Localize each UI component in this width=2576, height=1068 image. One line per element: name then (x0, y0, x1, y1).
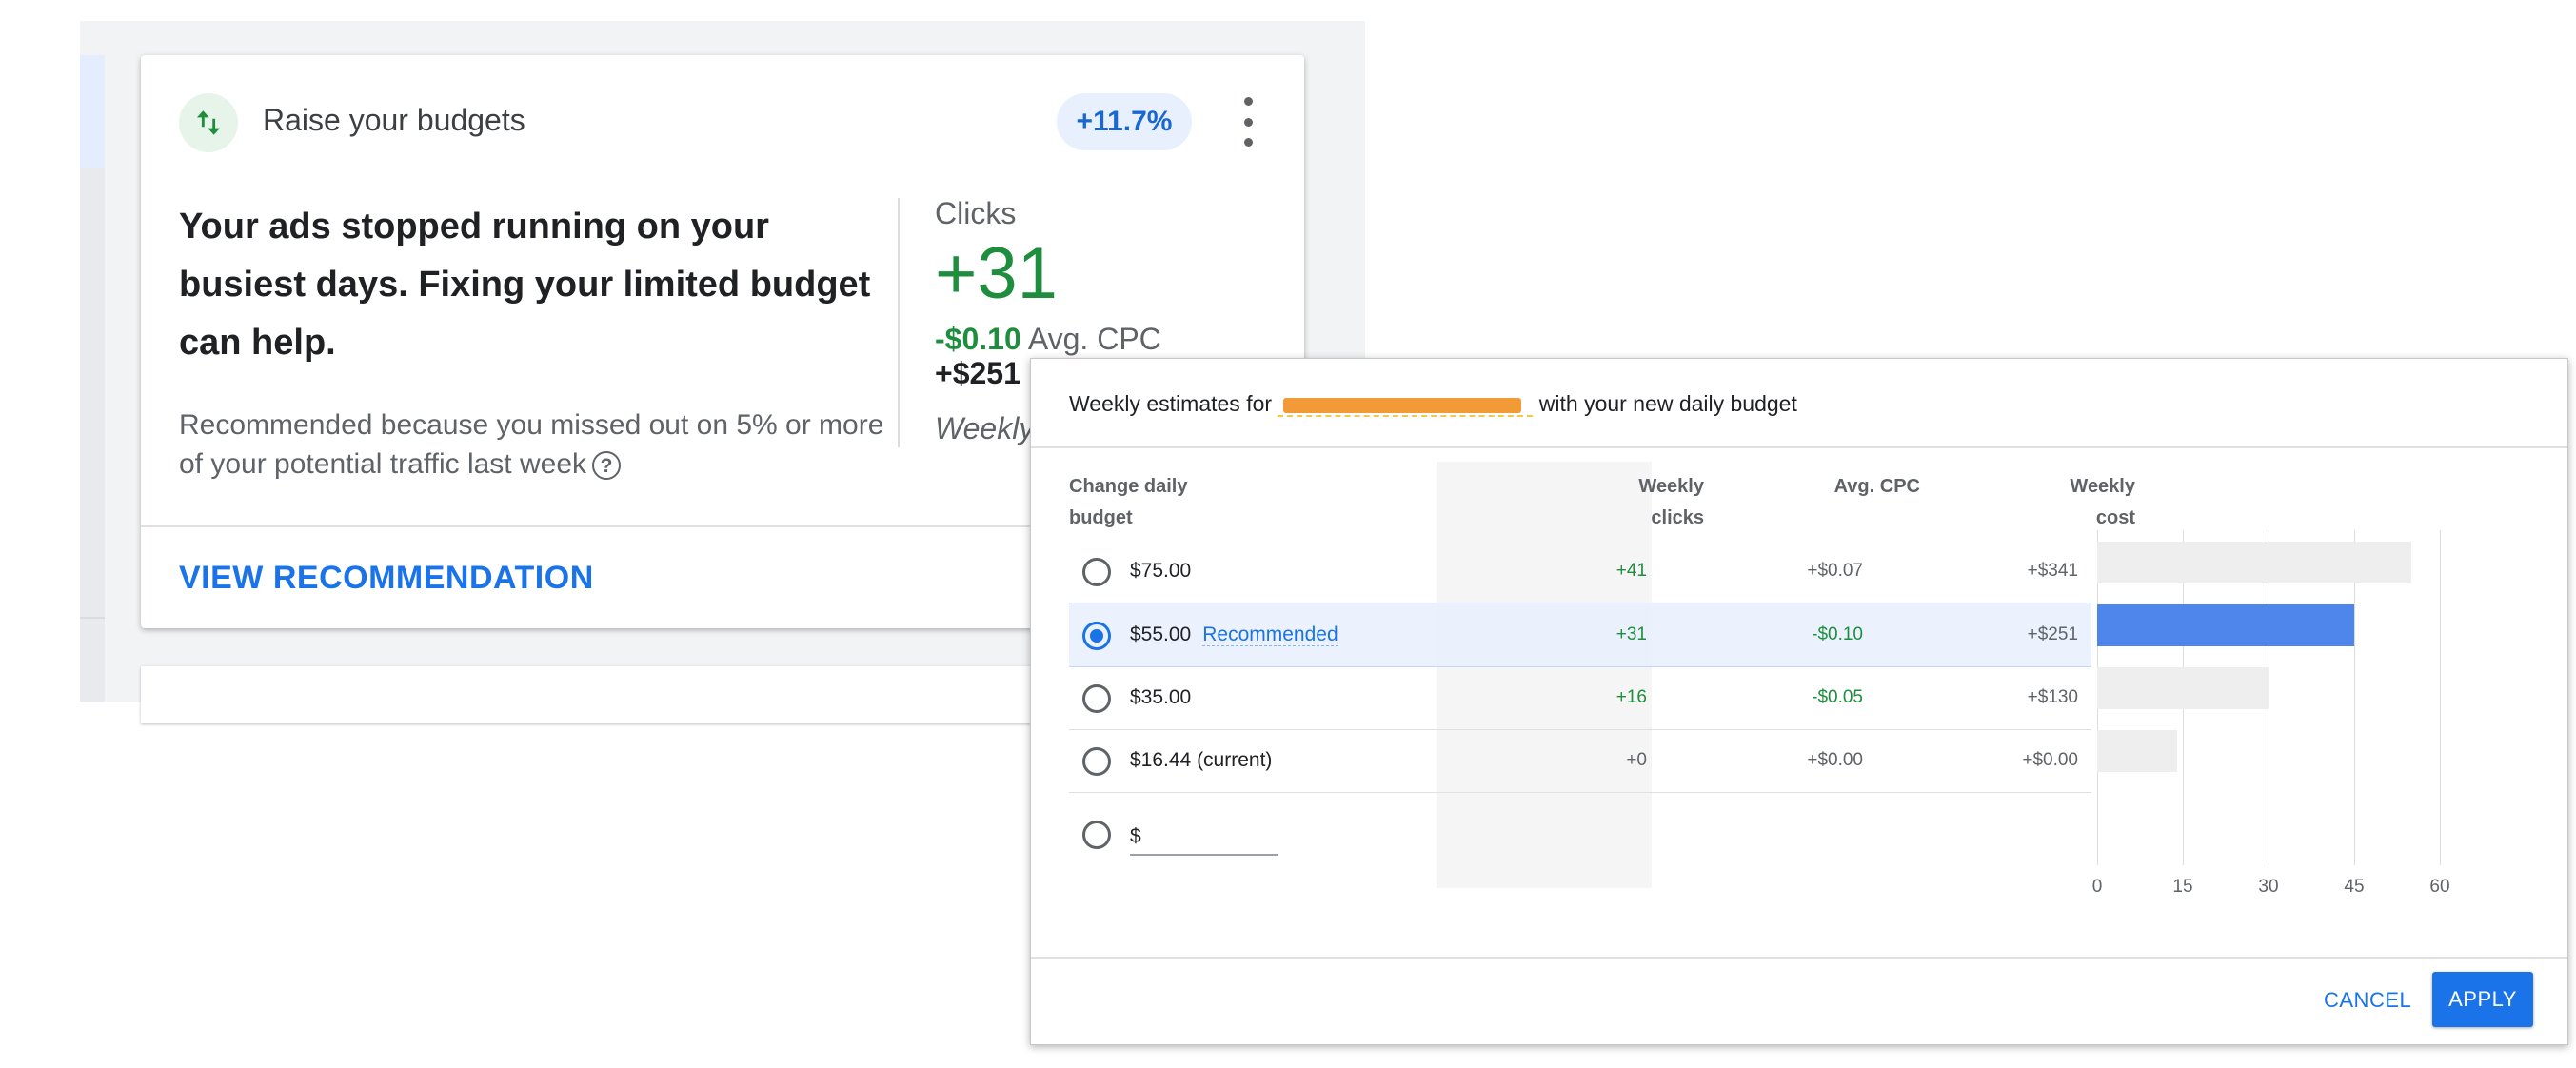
header-budget: Change daily budget (1069, 471, 1187, 534)
cpc-label: Avg. CPC (1027, 322, 1161, 356)
budget-option-row[interactable]: $75.00 +41 +$0.07 +$341 (1069, 540, 2091, 603)
custom-budget-row[interactable]: $ (1069, 802, 2091, 865)
row-cpc: -$0.10 (1812, 624, 1863, 644)
metric-value: +31 (935, 233, 1058, 314)
chart-tick-label: 60 (2429, 877, 2450, 897)
chart-bar (2097, 542, 2411, 583)
cancel-button[interactable]: CANCEL (2307, 974, 2428, 1027)
card-title: Raise your budgets (263, 103, 525, 137)
budget-amount: $35.00 (1130, 686, 1192, 708)
header-avg-cpc: Avg. CPC (1833, 476, 1920, 497)
row-cost: +$251 (2027, 624, 2078, 644)
row-cpc: +$0.07 (1807, 561, 1863, 581)
chart-tick-label: 45 (2344, 877, 2365, 897)
header-clicks-line1: Weekly (1638, 476, 1704, 497)
row-clicks: +41 (1615, 561, 1647, 581)
budget-value: $55.00 (1130, 623, 1192, 645)
cpc-value: -$0.10 (935, 322, 1021, 356)
cpc-line: -$0.10 Avg. CPC (935, 322, 1161, 357)
vertical-divider (898, 198, 900, 447)
header-cost-line1: Weekly (2070, 476, 2135, 497)
budget-radio[interactable] (1082, 747, 1111, 776)
side-divider (80, 617, 105, 619)
row-clicks: +31 (1615, 624, 1647, 644)
row-clicks: +16 (1615, 687, 1647, 707)
budget-option-row[interactable]: $35.00 +16 -$0.05 +$130 (1069, 666, 2091, 729)
budget-radio-selected[interactable] (1082, 622, 1111, 650)
apply-button[interactable]: APPLY (2432, 972, 2533, 1027)
recommendation-reason: Recommended because you missed out on 5%… (179, 405, 902, 484)
chart-tick-label: 30 (2258, 877, 2279, 897)
currency-prefix: $ (1130, 825, 1141, 847)
custom-budget-radio[interactable] (1082, 821, 1111, 849)
clicks-bar-chart: 0 15 30 45 60 (2092, 530, 2478, 897)
popup-separator (1031, 446, 2567, 448)
budget-option-row-current[interactable]: $16.44 (current) +0 +$0.00 +$0.00 (1069, 729, 2091, 792)
cost-value: +$251 (935, 356, 1020, 390)
metric-label: Clicks (935, 196, 1017, 230)
row-cpc: -$0.05 (1812, 687, 1863, 707)
row-cost: +$341 (2027, 561, 2078, 581)
reason-text: Recommended because you missed out on 5%… (179, 409, 884, 480)
weekly-label: Weekly (935, 411, 1035, 445)
budget-amount: $16.44 (current) (1130, 749, 1273, 771)
header-budget-line1: Change daily (1069, 476, 1188, 497)
recommendation-headline: Your ads stopped running on your busiest… (179, 207, 871, 363)
budget-amount: $75.00 (1130, 560, 1192, 582)
chart-tick-label: 0 (2091, 877, 2103, 897)
header-weekly-cost: Weekly cost (1983, 471, 2135, 534)
popup-footer-separator (1031, 957, 2567, 959)
popup-title: Weekly estimates for with your new daily… (1069, 391, 1797, 417)
redacted-campaign-name (1278, 395, 1534, 417)
row-cpc: +$0.00 (1807, 750, 1863, 770)
uplift-badge: +11.7% (1057, 93, 1192, 150)
swap-vert-icon-svg (196, 110, 221, 135)
swap-vert-icon (179, 93, 238, 152)
header-budget-line2: budget (1069, 507, 1133, 528)
more-vert-icon[interactable] (1234, 97, 1262, 147)
view-recommendation-link[interactable]: VIEW RECOMMENDATION (179, 560, 594, 597)
chart-gridline (2440, 530, 2441, 865)
row-cost: +$0.00 (2022, 750, 2078, 770)
budget-option-row-recommended[interactable]: $55.00 Recommended +31 -$0.10 +$251 (1069, 603, 2091, 667)
popup-title-suffix: with your new daily budget (1533, 391, 1797, 416)
chart-bar (2097, 604, 2354, 646)
row-divider (1069, 792, 2091, 793)
budget-amount: $55.00 Recommended (1130, 623, 1338, 646)
budget-radio[interactable] (1082, 684, 1111, 713)
header-weekly-clicks: Weekly clicks (1552, 471, 1704, 534)
help-circle-icon[interactable]: ? (592, 451, 621, 481)
popup-title-prefix: Weekly estimates for (1069, 391, 1278, 416)
budget-radio[interactable] (1082, 558, 1111, 586)
side-highlight (80, 55, 105, 168)
custom-budget-input[interactable]: $ (1130, 825, 1278, 856)
header-clicks-line2: clicks (1651, 507, 1704, 528)
chart-tick-label: 15 (2172, 877, 2193, 897)
row-cost: +$130 (2027, 687, 2078, 707)
recommended-tag: Recommended (1202, 623, 1338, 646)
chart-bar (2097, 667, 2269, 709)
row-clicks: +0 (1626, 750, 1647, 770)
chart-bar (2097, 730, 2177, 772)
weekly-estimates-popup: Weekly estimates for with your new daily… (1030, 358, 2568, 1045)
